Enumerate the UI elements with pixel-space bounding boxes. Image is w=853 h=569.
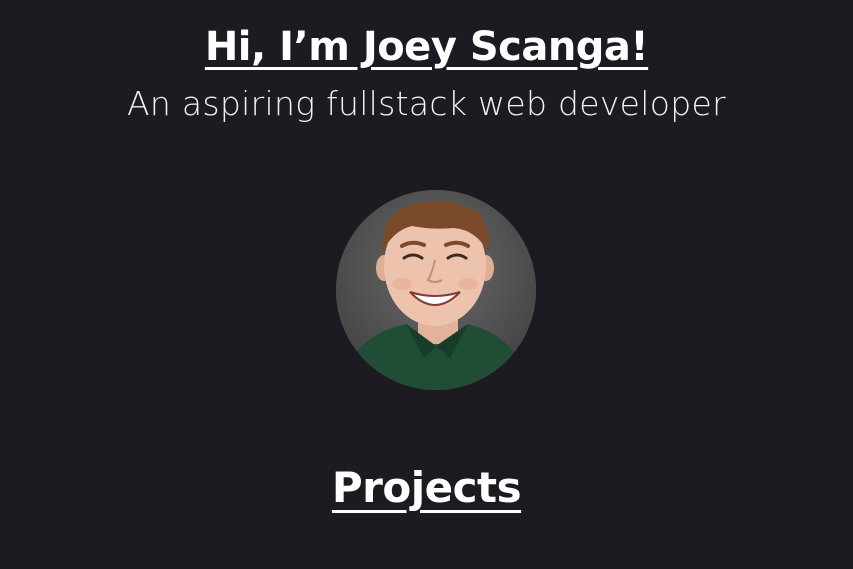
profile-photo (336, 190, 536, 390)
profile-photo-image (336, 190, 536, 390)
projects-link[interactable]: Projects (332, 463, 522, 512)
page-title: Hi, I’m Joey Scanga! (204, 24, 649, 70)
projects-heading: Projects (0, 460, 853, 516)
page-subtitle: An aspiring fullstack web developer (127, 84, 726, 123)
